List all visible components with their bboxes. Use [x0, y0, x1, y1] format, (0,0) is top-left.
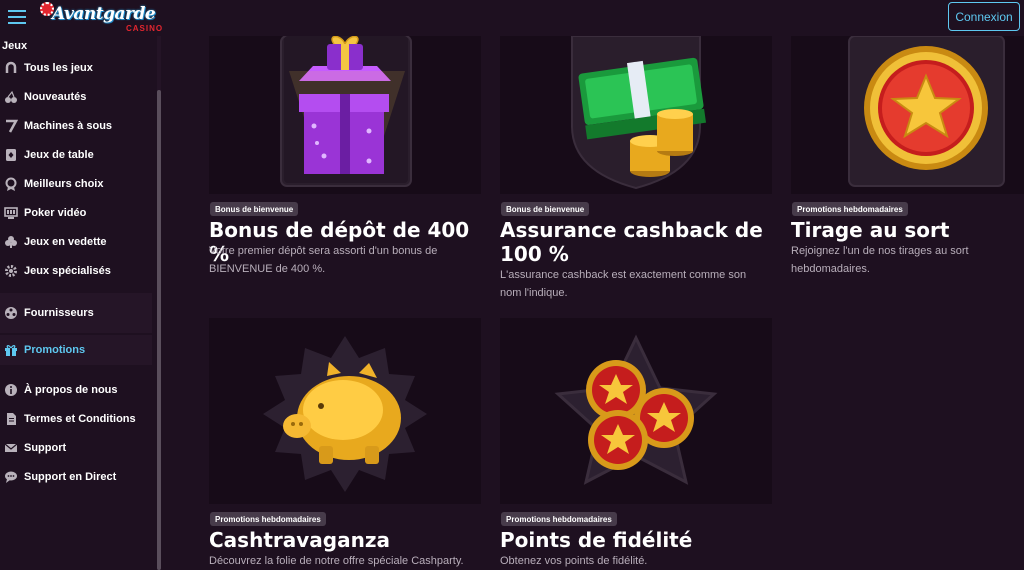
sidebar-item-label: Support en Direct [24, 471, 117, 483]
gift-icon [3, 342, 19, 358]
promo-title: Points de fidélité [500, 528, 693, 552]
promo-description: Votre premier dépôt sera assorti d'un bo… [209, 245, 438, 275]
cherries-icon [3, 89, 19, 105]
sidebar-item-label: Tous les jeux [24, 62, 93, 74]
sidebar-section-label: Jeux [2, 40, 28, 52]
sidebar-item-label: Jeux spécialisés [24, 265, 111, 277]
cards-icon [3, 147, 19, 163]
logo-subtext: CASINO [126, 24, 164, 33]
sidebar-item-meilleurs-choix[interactable]: Meilleurs choix [0, 171, 152, 197]
promo-card[interactable]: Bonus de bienvenue Bonus de dépôt de 400… [209, 36, 481, 306]
chat-icon [3, 469, 19, 485]
promo-card[interactable]: Promotions hebdomadaires Cashtravaganza … [209, 318, 481, 570]
sidebar-item-label: Jeux en vedette [24, 236, 107, 248]
sidebar-item-label: Meilleurs choix [24, 178, 104, 190]
promo-title: Assurance cashback de 100 % [500, 218, 763, 266]
promo-card-image [500, 36, 772, 194]
sidebar-item-support[interactable]: Support [0, 435, 152, 461]
promo-description: Rejoignez l'un de nos tirages au sort he… [791, 245, 969, 275]
promo-card[interactable]: Promotions hebdomadaires Tirage au sort … [791, 36, 1024, 306]
sidebar-item-jeux-specialises[interactable]: Jeux spécialisés [0, 258, 152, 284]
promo-card[interactable]: Bonus de bienvenue Assurance cashback de… [500, 36, 772, 306]
sidebar-item-fournisseurs[interactable]: Fournisseurs [0, 300, 152, 326]
promo-badge: Promotions hebdomadaires [501, 512, 617, 526]
sidebar: Jeux Tous les jeux Nouveautés Machines à… [0, 36, 161, 570]
sidebar-item-support-direct[interactable]: Support en Direct [0, 464, 152, 490]
seven-icon [3, 118, 19, 134]
login-button[interactable]: Connexion [948, 2, 1020, 31]
sidebar-item-label: Machines à sous [24, 120, 113, 132]
providers-icon [3, 305, 19, 321]
promo-title: Tirage au sort [791, 218, 950, 242]
promo-card[interactable]: Promotions hebdomadaires Points de fidél… [500, 318, 772, 570]
promo-title: Cashtravaganza [209, 528, 390, 552]
sidebar-item-nouveautes[interactable]: Nouveautés [0, 84, 152, 110]
mail-icon [3, 440, 19, 456]
sidebar-item-label: Fournisseurs [24, 307, 94, 319]
badge-icon [3, 176, 19, 192]
sidebar-item-a-propos[interactable]: À propos de nous [0, 377, 152, 403]
sidebar-item-promotions[interactable]: Promotions [0, 335, 152, 365]
promo-description: Obtenez vos points de fidélité. [500, 555, 648, 567]
gear-icon [3, 263, 19, 279]
sidebar-item-termes[interactable]: Termes et Conditions [0, 406, 152, 432]
sidebar-item-label: À propos de nous [24, 384, 118, 396]
promo-card-image [209, 318, 481, 504]
sidebar-item-label: Poker vidéo [24, 207, 87, 219]
promo-card-image [500, 318, 772, 504]
promo-card-image [791, 36, 1024, 194]
logo-text: Avantgarde [52, 4, 156, 24]
top-header: Avantgarde CASINO Connexion [0, 0, 1024, 36]
promo-card-image [209, 36, 481, 194]
sidebar-item-label: Jeux de table [24, 149, 94, 161]
casino-logo[interactable]: Avantgarde CASINO [40, 2, 164, 36]
sidebar-scrollbar-thumb[interactable] [157, 90, 161, 570]
promo-description: Découvrez la folie de notre offre spécia… [209, 555, 464, 567]
promo-description: L'assurance cashback est exactement comm… [500, 269, 747, 299]
promo-badge: Promotions hebdomadaires [210, 512, 326, 526]
sidebar-item-label: Termes et Conditions [24, 413, 136, 425]
promotions-grid: Bonus de bienvenue Bonus de dépôt de 400… [166, 36, 1024, 570]
sidebar-item-jeux-de-table[interactable]: Jeux de table [0, 142, 152, 168]
horseshoe-icon [3, 60, 19, 76]
sidebar-item-jeux-en-vedette[interactable]: Jeux en vedette [0, 229, 152, 255]
video-poker-icon [3, 205, 19, 221]
info-icon [3, 382, 19, 398]
promo-badge: Bonus de bienvenue [210, 202, 299, 216]
promo-badge: Bonus de bienvenue [501, 202, 590, 216]
club-icon [3, 234, 19, 250]
sidebar-item-poker-video[interactable]: Poker vidéo [0, 200, 152, 226]
sidebar-item-label: Nouveautés [24, 91, 87, 103]
hamburger-menu-icon[interactable] [8, 6, 28, 26]
document-icon [3, 411, 19, 427]
sidebar-item-tous-les-jeux[interactable]: Tous les jeux [0, 55, 152, 81]
sidebar-item-label: Support [24, 442, 67, 454]
sidebar-item-label: Promotions [24, 344, 86, 356]
sidebar-item-machines-a-sous[interactable]: Machines à sous [0, 113, 152, 139]
promo-badge: Promotions hebdomadaires [792, 202, 908, 216]
